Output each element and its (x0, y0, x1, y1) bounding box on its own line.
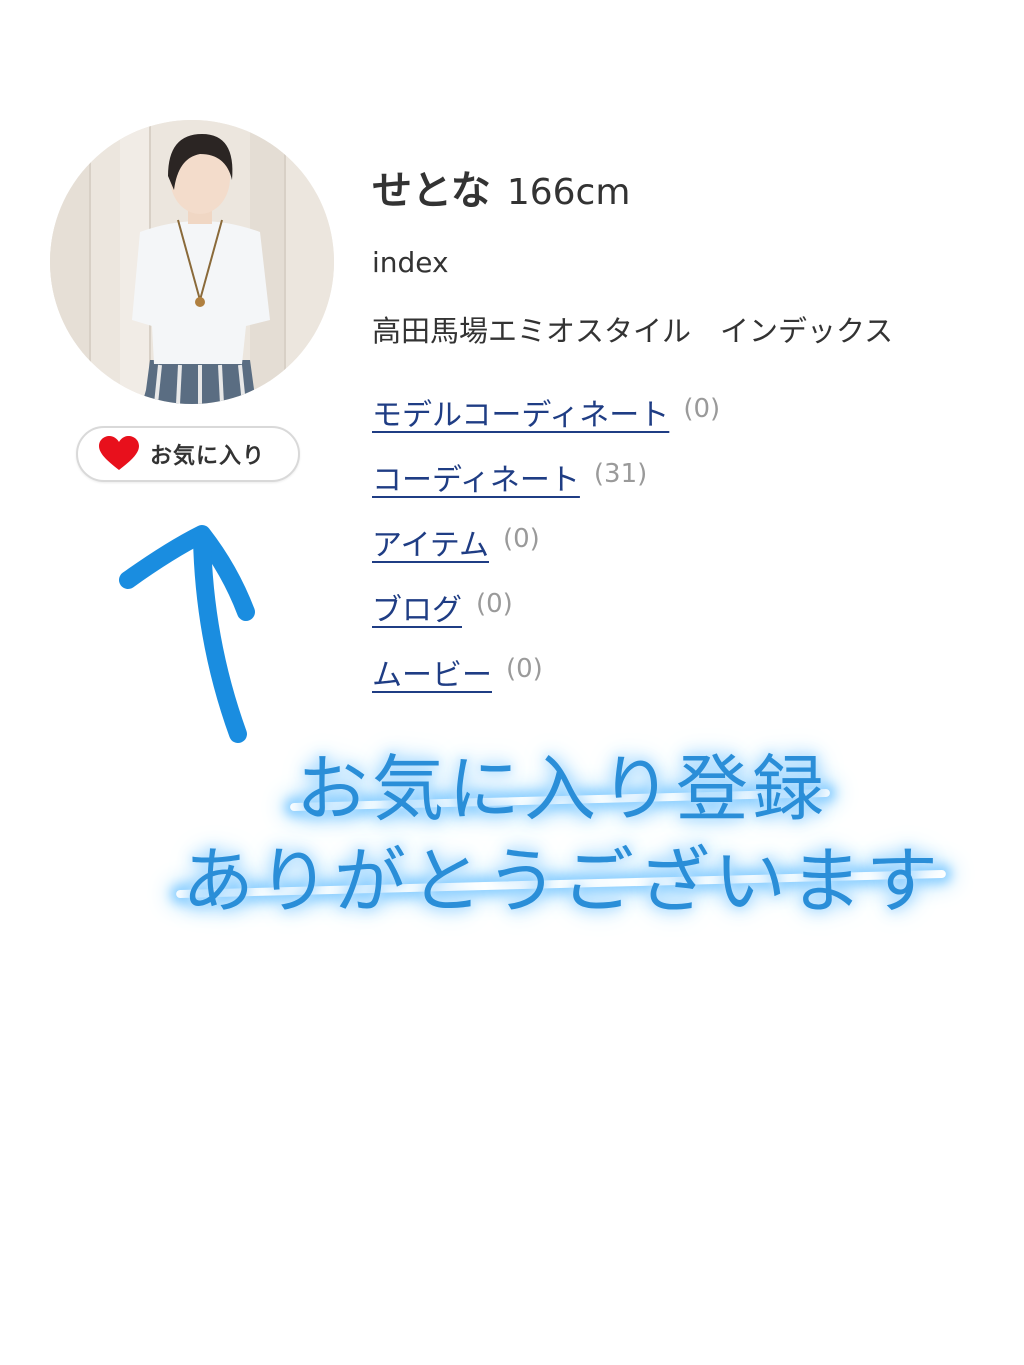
nav-count: (0) (683, 394, 721, 424)
nav-count: (31) (593, 459, 648, 489)
nav-link-movie[interactable]: ムービー (372, 650, 492, 694)
arrow-up-icon (119, 525, 255, 743)
nav-link-coordinate[interactable]: コーディネート (372, 455, 580, 499)
thanks-line-2: ありがとうございます (182, 839, 943, 923)
nav-link-model-coordinate[interactable]: モデルコーディネート (372, 390, 669, 434)
avatar (50, 120, 334, 404)
nav-item-item: アイテム (0) (372, 520, 720, 585)
favorite-label: お気に入り (150, 444, 266, 469)
profile-header: せとな 166cm (372, 158, 630, 216)
heart-icon (99, 436, 139, 470)
nav-item-model-coordinate: モデルコーディネート (0) (372, 390, 720, 455)
thanks-annotation: お気に入り登録 ありがとうございます (0, 730, 1024, 923)
profile-name: せとな (372, 168, 491, 214)
nav-count: (0) (503, 524, 540, 554)
favorite-button[interactable]: お気に入り (76, 426, 300, 482)
profile-height: 166cm (506, 172, 631, 213)
nav-count: (0) (476, 589, 513, 619)
nav-item-coordinate: コーディネート (31) (372, 455, 720, 520)
thanks-line-1: お気に入り登録 (296, 747, 829, 831)
nav-link-item[interactable]: アイテム (372, 520, 489, 564)
nav-item-blog: ブログ (0) (372, 585, 720, 650)
nav-item-movie: ムービー (0) (372, 650, 720, 715)
profile-nav: モデルコーディネート (0) コーディネート (31) アイテム (0) ブログ… (372, 390, 720, 715)
shop-code: index (372, 246, 449, 279)
nav-link-blog[interactable]: ブログ (372, 585, 462, 629)
nav-count: (0) (506, 654, 543, 684)
shop-name: 高田馬場エミオスタイル インデックス (372, 314, 894, 348)
